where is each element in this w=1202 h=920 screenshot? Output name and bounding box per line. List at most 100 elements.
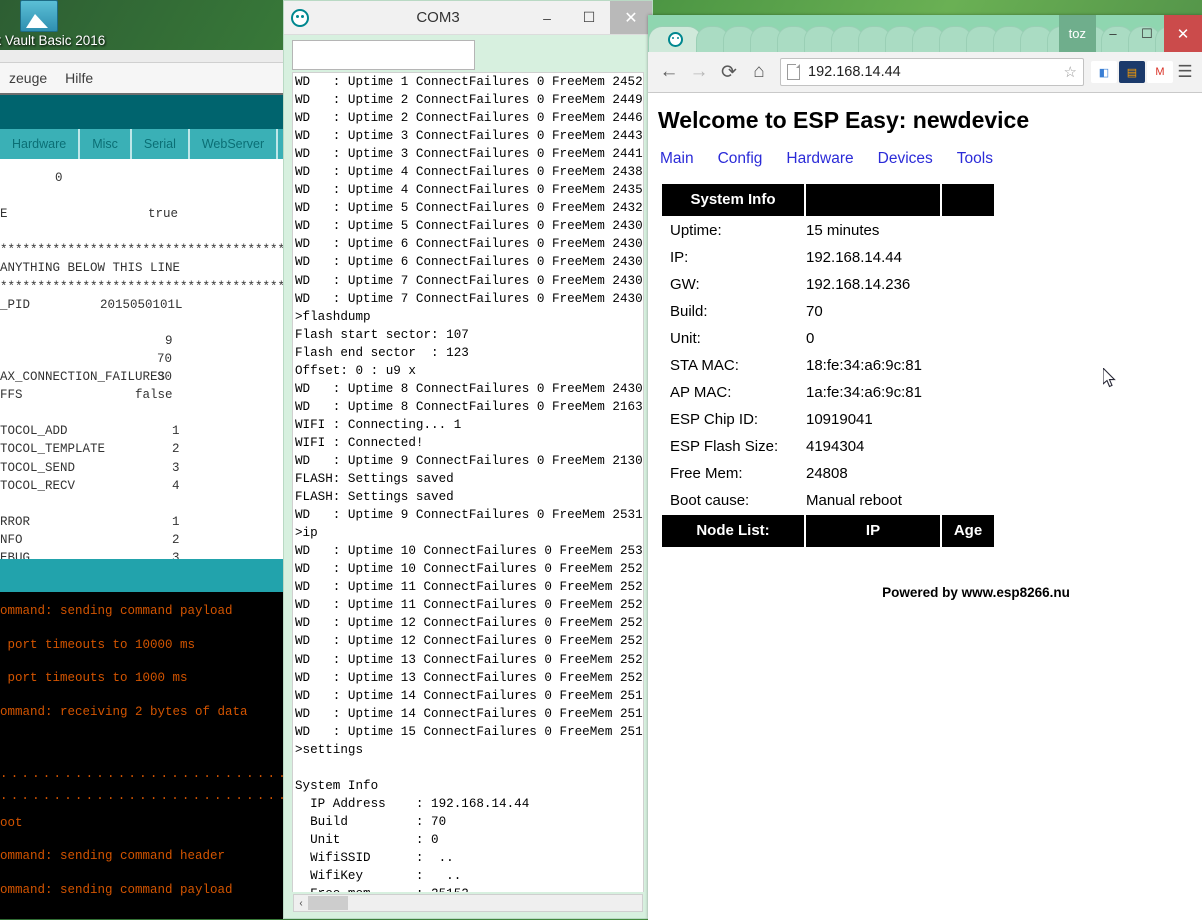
row-value: 0 xyxy=(806,330,815,347)
browser-toolbar[interactable]: ← → ⟳ ⌂ 192.168.14.44 ☆ ◧ ▤ M ☰ xyxy=(648,52,1202,93)
serial-send-input[interactable] xyxy=(292,40,475,70)
desktop-icon-autodesk-vault[interactable]: desk Vault Basic 2016 xyxy=(0,0,124,49)
code-line-label: ****************************************… xyxy=(0,279,283,294)
esp-nav-link-tools[interactable]: Tools xyxy=(957,150,993,167)
console-separator: ........................................… xyxy=(0,766,283,781)
chrome-menu-icon[interactable]: ☰ xyxy=(1174,62,1196,82)
arduino-ide-window[interactable]: zeuge Hilfe HardwareMiscSerialWebServerW… xyxy=(0,50,284,919)
ide-tab-hardware[interactable]: Hardware xyxy=(0,129,81,159)
row-spacer xyxy=(942,245,994,270)
arduino-favicon-icon xyxy=(667,32,683,47)
serial-log-line: WD : Uptime 13 ConnectFailures 0 FreeMem… xyxy=(295,670,644,685)
window-snap-extension-icon[interactable]: ◧ xyxy=(1091,61,1117,83)
serial-monitor-window-controls[interactable]: – ☐ ✕ xyxy=(526,1,652,34)
browser-tab[interactable] xyxy=(648,26,702,52)
serial-log-line: WD : Uptime 12 ConnectFailures 0 FreeMem… xyxy=(295,634,644,649)
code-line-label: ****************************************… xyxy=(0,243,283,258)
ide-menu-bar[interactable]: zeuge Hilfe xyxy=(0,63,283,95)
browser-tab-strip[interactable]: toz – ☐ ✕ xyxy=(648,15,1202,52)
row-value: 192.168.14.44 xyxy=(806,249,902,266)
node-list-header-row: Node List: IP Age xyxy=(662,515,994,547)
system-info-table: System Info Uptime: 15 minutes IP: 192.168.1… xyxy=(660,182,996,549)
ide-tab-misc[interactable]: Misc xyxy=(80,129,132,159)
row-label: AP MAC: xyxy=(670,384,732,401)
serial-log-line: WifiKey : .. xyxy=(295,869,462,884)
row-spacer xyxy=(942,353,994,378)
table-row: ESP Flash Size: 4194304 xyxy=(662,434,994,459)
serial-log-line: WD : Uptime 6 ConnectFailures 0 FreeMem … xyxy=(295,255,644,270)
reload-icon[interactable]: ⟳ xyxy=(714,61,744,84)
code-line: Etrue xyxy=(0,205,283,223)
home-icon[interactable]: ⌂ xyxy=(744,61,774,83)
table-row: Unit: 0 xyxy=(662,326,994,351)
browser-window-controls[interactable]: toz – ☐ ✕ xyxy=(1058,15,1202,52)
esp-nav-link-devices[interactable]: Devices xyxy=(878,150,933,167)
maximize-button[interactable]: ☐ xyxy=(1130,15,1164,52)
ide-code-editor[interactable]: 0 Etrue **********************************… xyxy=(0,159,283,559)
serial-log-line: WIFI : Connecting... 1 xyxy=(295,417,462,432)
serial-log-line: WD : Uptime 10 ConnectFailures 0 FreeMem… xyxy=(295,544,644,559)
console-line: ommand: sending command payload xyxy=(0,604,233,618)
code-line-value: 1 xyxy=(172,424,180,439)
serial-log-line: WD : Uptime 8 ConnectFailures 0 FreeMem … xyxy=(295,381,644,396)
esp-nav-link-config[interactable]: Config xyxy=(718,150,763,167)
code-line-label: NFO xyxy=(0,532,23,547)
scrollbar-thumb[interactable] xyxy=(308,896,348,910)
serial-log-line: Unit : 0 xyxy=(295,832,439,847)
forward-icon[interactable]: → xyxy=(684,61,714,83)
row-label: ESP Chip ID: xyxy=(670,411,759,428)
page-info-icon[interactable] xyxy=(787,64,800,80)
analytics-extension-icon[interactable]: ▤ xyxy=(1119,61,1145,83)
back-icon[interactable]: ← xyxy=(654,61,684,83)
serial-monitor-horizontal-scrollbar[interactable]: ‹ xyxy=(293,894,643,912)
code-line-label: _PID xyxy=(0,297,31,312)
user-profile-badge[interactable]: toz xyxy=(1058,15,1096,52)
code-line: EBUG 3 xyxy=(0,549,283,559)
mouse-cursor xyxy=(1103,368,1116,388)
code-line-value: 4 xyxy=(172,478,180,493)
code-line: AX_CONNECTION_FAILURES 30 xyxy=(0,368,283,386)
code-line-value: true xyxy=(148,207,179,222)
serial-log-line: WD : Uptime 13 ConnectFailures 0 FreeMem… xyxy=(295,652,644,667)
serial-monitor-window[interactable]: COM3 – ☐ ✕ WD : Uptime 1 ConnectFailures… xyxy=(283,0,653,919)
ide-console-output[interactable]: ommand: sending command payload port tim… xyxy=(0,592,283,919)
menu-item-werkzeuge[interactable]: zeuge xyxy=(0,70,56,86)
maximize-button[interactable]: ☐ xyxy=(568,1,610,34)
minimize-button[interactable]: – xyxy=(1096,15,1130,52)
gmail-extension-icon[interactable]: M xyxy=(1147,61,1173,83)
address-bar-url[interactable]: 192.168.14.44 xyxy=(808,64,1064,80)
code-line: FFS false xyxy=(0,386,283,404)
close-button[interactable]: ✕ xyxy=(1164,15,1202,52)
serial-log-line: WD : Uptime 14 ConnectFailures 0 FreeMem… xyxy=(295,706,644,721)
code-line-value: 2 xyxy=(172,532,180,547)
chrome-browser-window[interactable]: toz – ☐ ✕ ← → ⟳ ⌂ 192.168.14.44 ☆ ◧ ▤ M ☰ … xyxy=(648,15,1202,920)
esp-nav-link-hardware[interactable]: Hardware xyxy=(786,150,853,167)
code-line: ANYTHING BELOW THIS LINE xyxy=(0,259,283,277)
code-line: TOCOL_TEMPLATE 2 xyxy=(0,440,283,458)
console-line: port timeouts to 1000 ms xyxy=(0,671,188,685)
bookmark-star-icon[interactable]: ☆ xyxy=(1064,63,1077,81)
minimize-button[interactable]: – xyxy=(526,1,568,34)
close-button[interactable]: ✕ xyxy=(610,1,652,34)
page-footer: Powered by www.esp8266.nu xyxy=(882,585,1070,600)
ide-sketch-tab-bar[interactable]: HardwareMiscSerialWebServerW xyxy=(0,129,283,159)
esp-nav-link-main[interactable]: Main xyxy=(660,150,694,167)
serial-monitor-log[interactable]: WD : Uptime 1 ConnectFailures 0 FreeMem … xyxy=(292,72,644,892)
serial-log-line: WD : Uptime 6 ConnectFailures 0 FreeMem … xyxy=(295,237,644,252)
ide-tab-serial[interactable]: Serial xyxy=(132,129,190,159)
code-line: TOCOL_SEND 3 xyxy=(0,459,283,477)
serial-log-line: WD : Uptime 14 ConnectFailures 0 FreeMem… xyxy=(295,688,644,703)
row-value: 1a:fe:34:a6:9c:81 xyxy=(806,384,922,401)
address-bar[interactable]: 192.168.14.44 ☆ xyxy=(780,58,1084,86)
table-row: GW: 192.168.14.236 xyxy=(662,272,994,297)
serial-log-line: WD : Uptime 12 ConnectFailures 0 FreeMem… xyxy=(295,616,644,631)
serial-log-line: WD : Uptime 5 ConnectFailures 0 FreeMem … xyxy=(295,219,644,234)
menu-item-hilfe[interactable]: Hilfe xyxy=(56,70,102,86)
ide-tab-webserver[interactable]: WebServer xyxy=(190,129,279,159)
row-spacer xyxy=(942,407,994,432)
code-line-label: TOCOL_RECV xyxy=(0,478,76,493)
esp-nav-menu[interactable]: Main Config Hardware Devices Tools xyxy=(660,150,1202,168)
serial-log-line: >ip xyxy=(295,526,318,541)
scroll-left-arrow-icon[interactable]: ‹ xyxy=(294,898,308,909)
browser-extension-icons[interactable]: ◧ ▤ M xyxy=(1090,61,1174,83)
